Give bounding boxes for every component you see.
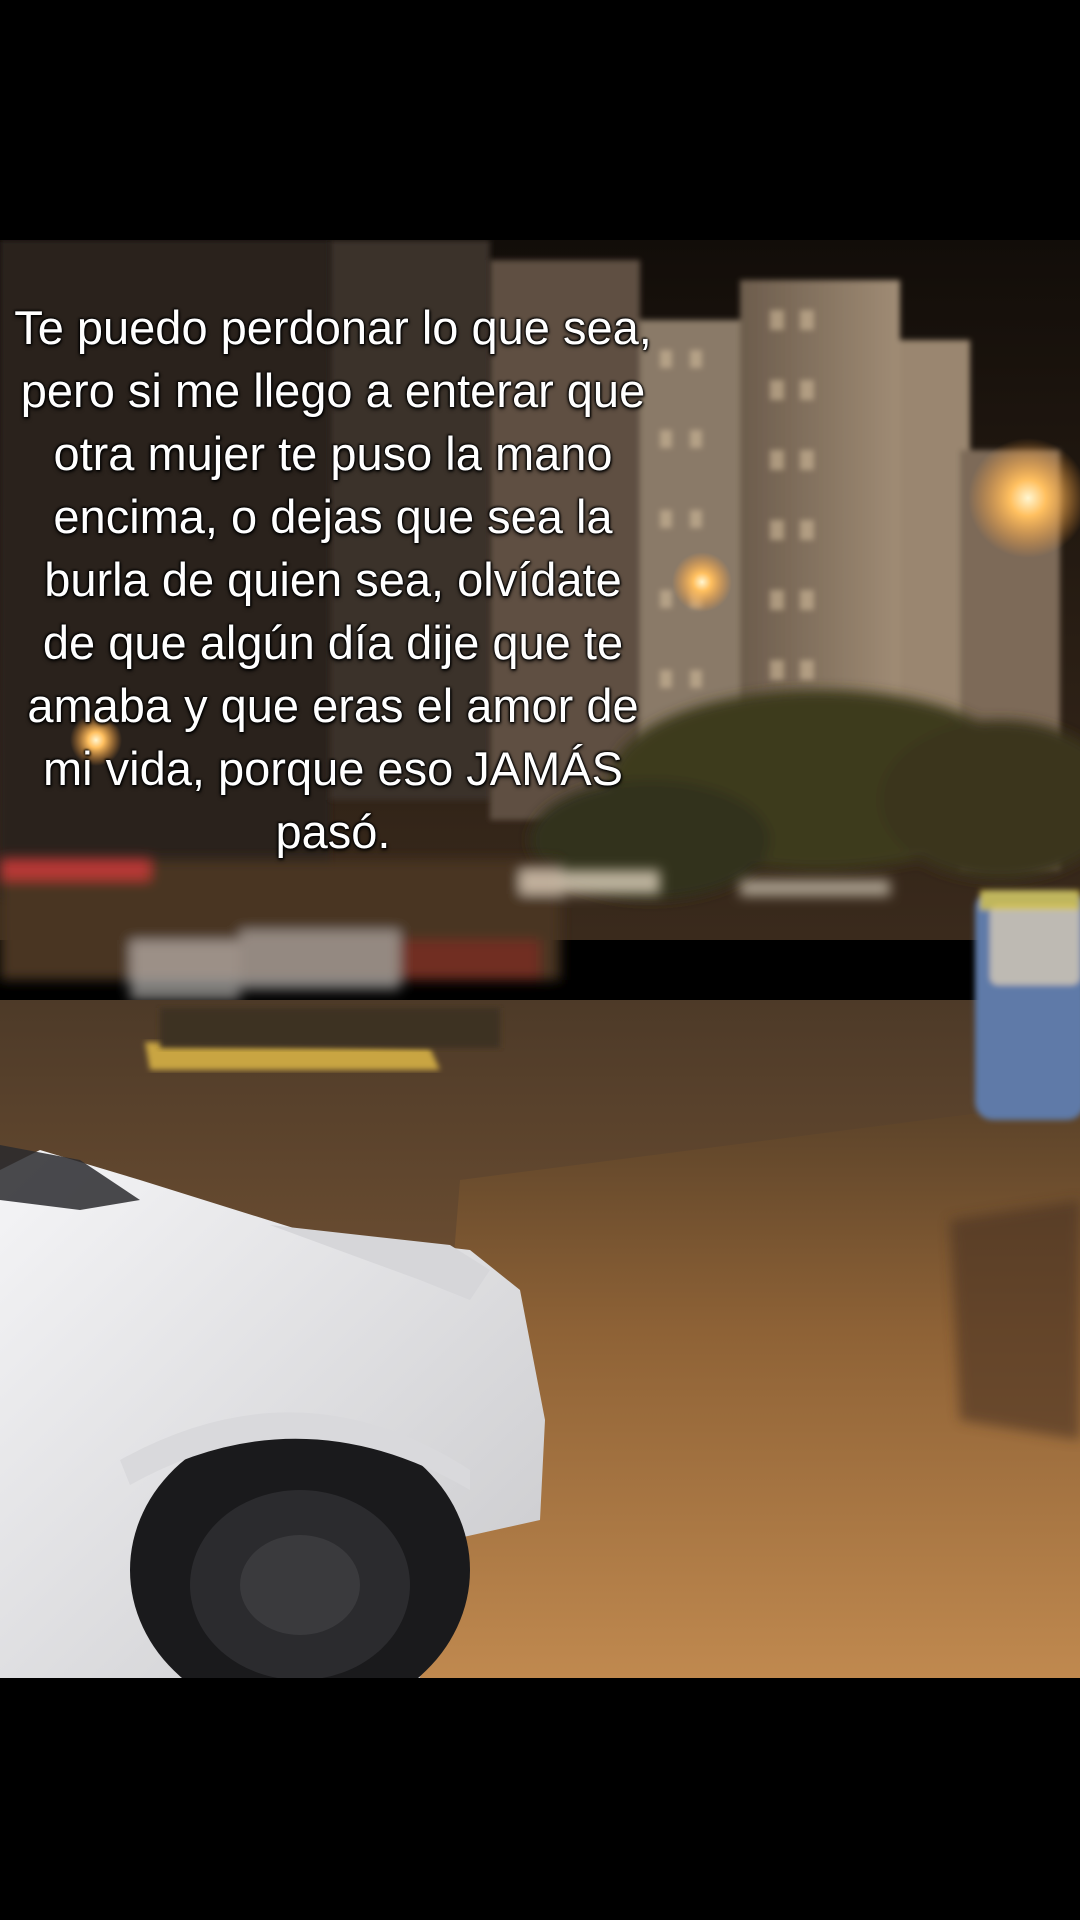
video-frame: Te puedo perdonar lo que sea, pero si me…	[0, 0, 1080, 1920]
letterbox-bottom	[0, 1678, 1080, 1920]
caption-text: Te puedo perdonar lo que sea, pero si me…	[14, 301, 652, 858]
letterbox-top	[0, 0, 1080, 240]
